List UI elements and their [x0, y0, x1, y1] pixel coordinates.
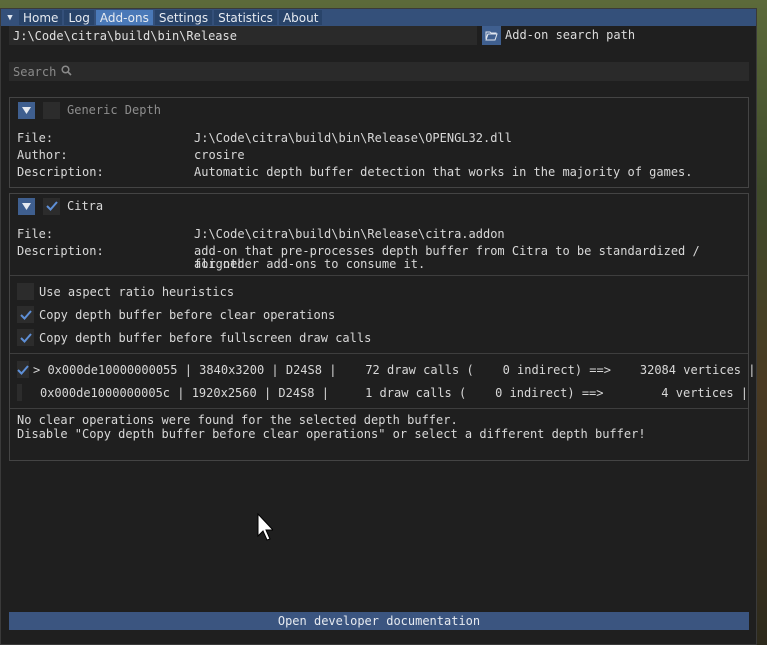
tab-statistics[interactable]: Statistics	[214, 10, 277, 25]
field-label: Description:	[17, 165, 104, 179]
option-aspect-ratio[interactable]: Use aspect ratio heuristics	[10, 280, 748, 303]
addon-name: Generic Depth	[67, 103, 161, 117]
tab-log[interactable]: Log	[64, 10, 94, 25]
warning-message-line: No clear operations were found for the s…	[17, 413, 458, 427]
separator	[10, 275, 748, 276]
field-label: Description:	[17, 244, 104, 258]
field-label: Author:	[17, 148, 68, 162]
tab-home[interactable]: Home	[19, 10, 63, 25]
buffer-checkbox[interactable]	[17, 361, 29, 378]
expand-toggle-icon[interactable]	[18, 101, 35, 119]
field-value: Automatic depth buffer detection that wo…	[194, 165, 693, 179]
open-documentation-button[interactable]: Open developer documentation	[9, 612, 749, 630]
tab-about[interactable]: About	[278, 10, 323, 25]
search-placeholder: Search	[13, 64, 57, 79]
buffer-checkbox[interactable]	[17, 384, 22, 401]
buffer-info: > 0x000de10000000055 | 3840x3200 | D24S8…	[33, 362, 756, 377]
buffer-info: 0x000de1000000005c | 1920x2560 | D24S8 |…	[25, 385, 748, 400]
checkmark-icon	[17, 364, 29, 375]
option-checkbox[interactable]	[17, 283, 34, 300]
option-checkbox[interactable]	[17, 329, 34, 346]
field-value: J:\Code\citra\build\bin\Release\citra.ad…	[194, 227, 505, 241]
tab-settings[interactable]: Settings	[154, 10, 213, 25]
option-checkbox[interactable]	[17, 306, 34, 323]
option-copy-before-clear[interactable]: Copy depth buffer before clear operation…	[10, 303, 748, 326]
field-label: File:	[17, 131, 54, 145]
expand-toggle-icon[interactable]	[18, 197, 35, 215]
search-path-row: Add-on search path	[9, 26, 749, 45]
depth-buffer-row[interactable]: > 0x000de10000000055 | 3840x3200 | D24S8…	[10, 358, 755, 381]
search-path-input[interactable]	[9, 26, 477, 45]
depth-buffer-row[interactable]: 0x000de1000000005c | 1920x2560 | D24S8 |…	[10, 381, 748, 404]
separator	[10, 353, 748, 354]
search-icon	[56, 64, 72, 79]
field-value-continued: for other add-ons to consume it.	[194, 257, 426, 271]
option-label: Copy depth buffer before fullscreen draw…	[39, 330, 372, 345]
collapse-window-icon[interactable]: ▼	[3, 11, 17, 25]
mouse-cursor-icon	[257, 513, 273, 541]
search-path-label: Add-on search path	[505, 28, 636, 42]
checkmark-icon	[45, 201, 58, 211]
warning-message-line: Disable "Copy depth buffer before clear …	[17, 427, 646, 441]
option-label: Use aspect ratio heuristics	[39, 284, 235, 299]
separator	[10, 408, 748, 409]
addon-name: Citra	[67, 199, 104, 213]
checkmark-icon	[19, 309, 32, 320]
tab-add-ons[interactable]: Add-ons	[95, 10, 153, 25]
search-input[interactable]: Search	[9, 62, 749, 81]
tab-bar: ▼ Home Log Add-ons Settings Statistics A…	[1, 9, 756, 26]
option-label: Copy depth buffer before clear operation…	[39, 307, 336, 322]
field-value: J:\Code\citra\build\bin\Release\OPENGL32…	[194, 131, 512, 145]
addon-enable-checkbox[interactable]	[43, 101, 60, 119]
checkmark-icon	[19, 332, 32, 343]
field-value: crosire	[194, 148, 245, 162]
addon-card-generic-depth: Generic Depth File: J:\Code\citra\build\b…	[9, 97, 749, 188]
option-copy-before-fullscreen[interactable]: Copy depth buffer before fullscreen draw…	[10, 326, 748, 349]
field-label: File:	[17, 227, 54, 241]
addon-enable-checkbox[interactable]	[43, 197, 60, 215]
folder-open-icon[interactable]	[482, 26, 501, 45]
addon-card-citra: Citra File: J:\Code\citra\build\bin\Relea…	[9, 193, 755, 461]
